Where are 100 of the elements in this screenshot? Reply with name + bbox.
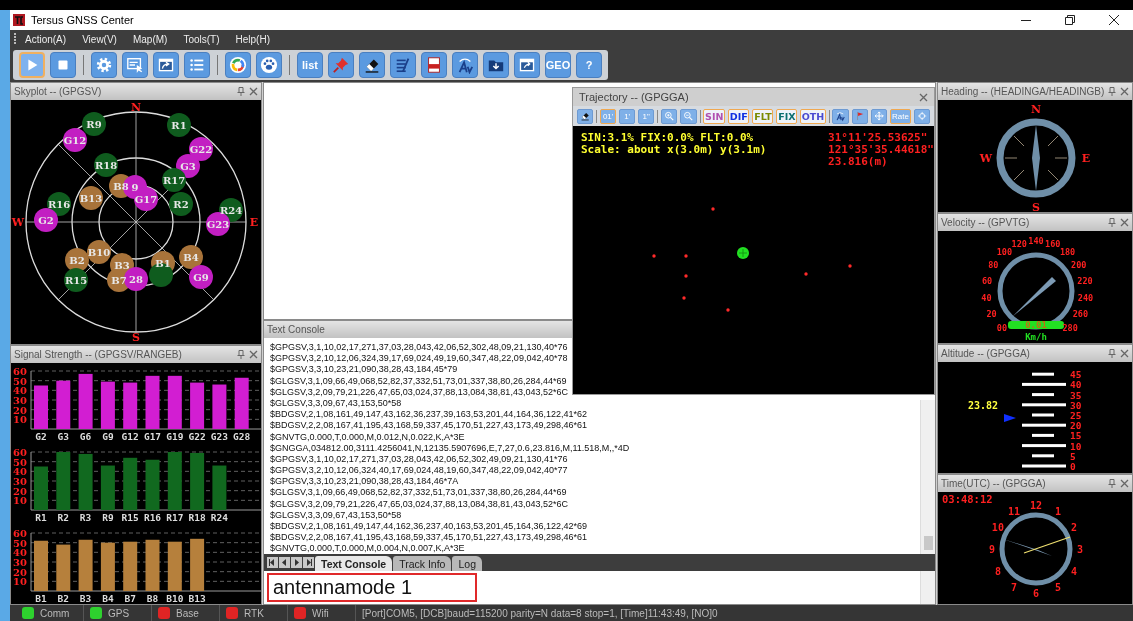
clock-number: 1 xyxy=(1055,506,1061,518)
clock-number: 11 xyxy=(1008,506,1020,518)
direction-label: W xyxy=(11,216,25,229)
altitude-scale-label: 25 xyxy=(1070,409,1082,421)
satellite-label: R17 xyxy=(162,175,186,186)
axis-category-label: G28 xyxy=(233,431,251,442)
toolbar-button[interactable]: OTH xyxy=(800,108,826,124)
clock-number: 6 xyxy=(1033,588,1039,600)
axis-category-label: B2 xyxy=(57,593,70,604)
console-tab[interactable]: Log xyxy=(452,556,482,571)
satellite-label: 28 xyxy=(129,274,143,285)
altitude-scale-label: 45 xyxy=(1070,368,1082,380)
axis-category-label: R9 xyxy=(102,512,114,523)
console-line: $GLGSV,3,1,09,66,49,068,52,82,37,332,51,73,01,337,38,80,26,284,44*69 xyxy=(270,375,568,387)
axis-category-label: R1 xyxy=(35,512,47,523)
height-readout: 23.816(m) xyxy=(828,156,888,168)
speed-scale-label: 280 xyxy=(1062,322,1078,333)
console-line: $GLGSV,3,2,09,79,21,226,47,65,03,024,37,88,13,084,38,81,43,043,52*6C xyxy=(270,386,569,398)
status-info: [Port]COM5, [DCB]baud=115200 parity=N data=8 stop=1, [Time]11:43:49, [NO]0 xyxy=(361,607,718,619)
direction-label: S xyxy=(1032,201,1040,212)
altitude-scale-label: 15 xyxy=(1070,429,1082,441)
satellite-label: G12 xyxy=(63,135,87,146)
status-label: RTK xyxy=(244,607,264,619)
axis-category-label: B13 xyxy=(188,593,206,604)
axis-tick-label: 40 xyxy=(13,466,27,478)
toolbar-button[interactable]: FLT xyxy=(752,108,774,124)
panel-title: Velocity -- (GPVTG) xyxy=(941,216,1031,228)
satellite-label: G17 xyxy=(134,194,158,205)
command-input-field[interactable]: antennamode 1 xyxy=(267,573,477,602)
console-line: $GPGSV,3,2,10,12,06,324,39,17,69,024,49,19,60,347,48,22,09,042,40*78 xyxy=(270,353,569,365)
altitude-scale-label: 0 xyxy=(1070,460,1076,472)
altitude-scale-label: 35 xyxy=(1070,389,1082,401)
axis-tick-label: 20 xyxy=(13,485,27,497)
speed-scale-label: 240 xyxy=(1077,292,1094,303)
console-line: $GNVTG,0.000,T,0.000,M,0.012,N,0.022,K,A*3E xyxy=(270,431,466,443)
panel-title: Skyplot -- (GPGSV) xyxy=(14,86,103,97)
satellite-label: R24 xyxy=(219,205,243,216)
axis-tick-label: 50 xyxy=(13,456,27,468)
satellite-label: 9 xyxy=(131,182,139,193)
axis-category-label: G23 xyxy=(210,431,228,442)
axis-category-label: B10 xyxy=(166,593,184,604)
console-line: $GPGSV,3,3,10,23,21,090,38,28,43,184,45*79 xyxy=(270,364,459,376)
utc-time-readout: 03:48:12 xyxy=(942,493,993,506)
menu-item[interactable]: Help(H) xyxy=(227,33,278,45)
status-label: Base xyxy=(176,607,199,619)
panel-title: Text Console xyxy=(267,324,326,335)
menu-item[interactable]: Map(M) xyxy=(124,33,176,45)
axis-tick-label: 20 xyxy=(13,404,27,416)
console-tab[interactable]: Text Console xyxy=(315,556,393,571)
speed-scale-label: 160 xyxy=(1045,238,1061,249)
satellite-label: R16 xyxy=(47,199,71,210)
fix-statistics: SIN:3.1% FIX:0.0% FLT:0.0% xyxy=(581,132,755,144)
axis-category-label: R2 xyxy=(57,512,70,523)
satellite-label: R2 xyxy=(173,199,189,210)
axis-tick-label: 10 xyxy=(13,414,27,426)
axis-category-label: R24 xyxy=(210,512,228,523)
clock-number: 10 xyxy=(991,522,1004,534)
status-label: Wifi xyxy=(312,607,329,619)
speed-unit: Km/h xyxy=(1025,331,1047,342)
menu-item[interactable]: View(V) xyxy=(74,33,125,45)
console-line: $GPGSV,3,3,10,23,21,090,38,28,43,184,46*7A xyxy=(270,476,460,488)
toolbar-button[interactable]: SIN xyxy=(703,108,726,124)
speed-scale-label: 60 xyxy=(981,275,993,286)
satellite-label: G9 xyxy=(193,272,209,283)
window-title: Tersus GNSS Center xyxy=(31,14,135,26)
clock-number: 12 xyxy=(1030,500,1042,512)
axis-tick-label: 50 xyxy=(13,537,27,549)
speed-scale-label: 40 xyxy=(981,292,992,303)
speed-scale-label: 100 xyxy=(996,246,1013,257)
satellite-label: G3 xyxy=(180,161,196,172)
clock-number: 7 xyxy=(1011,582,1017,594)
console-line: $GPGSV,3,1,10,02,17,271,37,03,28,043,42,06,52,302,48,09,21,130,40*76 xyxy=(270,342,569,354)
scale-text: Scale: about x(3.0m) y(3.1m) xyxy=(581,144,767,156)
clock-number: 8 xyxy=(994,566,1001,578)
satellite-label: B10 xyxy=(87,247,111,258)
console-line: $GNGGA,034812.00,3111.4256041,N,12135.5907696,E,7,27,0.6,23.816,M,11.518,M,,*4D xyxy=(270,442,631,454)
status-label: GPS xyxy=(108,607,130,619)
axis-tick-label: 60 xyxy=(13,528,27,539)
speed-scale-label: 00 xyxy=(996,322,1008,333)
menu-item[interactable]: Action(A) xyxy=(17,33,75,45)
altitude-reading: 23.82 xyxy=(968,399,999,411)
speed-scale-label: 260 xyxy=(1072,308,1089,319)
satellite-label: G2 xyxy=(38,215,54,226)
toolbar-button[interactable]: DIF xyxy=(728,108,750,124)
axis-category-label: G9 xyxy=(102,431,114,442)
altitude-scale-label: 10 xyxy=(1070,440,1082,452)
axis-category-label: B1 xyxy=(35,593,47,604)
console-line: $GNVTG,0.000,T,0.000,M,0.004,N,0.007,K,A*3E xyxy=(270,543,466,555)
console-line: $GLGSV,3,3,09,67,43,153,50*58 xyxy=(270,397,403,410)
axis-tick-label: 60 xyxy=(13,447,27,458)
menu-item[interactable]: Tools(T) xyxy=(175,33,228,45)
satellite-label: B13 xyxy=(79,193,103,204)
speed-scale-label: 200 xyxy=(1071,259,1087,270)
speed-reading: 0.01 xyxy=(1025,319,1047,330)
toolbar-button[interactable]: FIX xyxy=(776,108,798,124)
axis-category-label: B4 xyxy=(102,593,114,604)
satellite-label: G22 xyxy=(189,144,213,155)
panel-title: Altitude -- (GPGGA) xyxy=(941,347,1031,359)
axis-tick-label: 10 xyxy=(13,495,27,507)
console-tab[interactable]: Track Info xyxy=(393,556,452,571)
